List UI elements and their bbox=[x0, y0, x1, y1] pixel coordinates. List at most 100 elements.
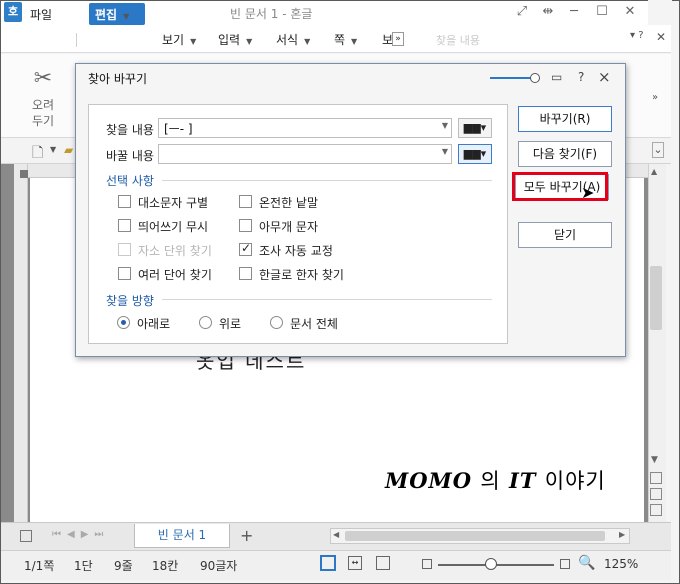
find-input-value: [ㅡ- ] bbox=[164, 122, 193, 136]
vertical-scroll-thumb[interactable] bbox=[650, 266, 662, 330]
direction-all-label[interactable]: 문서 전체 bbox=[290, 315, 338, 332]
scroll-down-icon[interactable]: ▼ bbox=[651, 455, 658, 465]
cut-label[interactable]: 오려 두기 bbox=[32, 97, 54, 129]
direction-down-radio[interactable] bbox=[117, 316, 130, 329]
whole-word-label[interactable]: 온전한 낱말 bbox=[259, 194, 318, 211]
view-full-icon[interactable] bbox=[376, 556, 390, 570]
chevron-down-icon[interactable]: ▼ bbox=[50, 145, 56, 154]
status-section: 1단 bbox=[74, 559, 93, 573]
status-line: 9줄 bbox=[114, 559, 133, 573]
find-label: 찾을 내용 bbox=[106, 123, 154, 137]
find-next-button[interactable]: 다음 찾기(F) bbox=[518, 141, 612, 167]
mouse-cursor-icon: ➤ bbox=[581, 183, 595, 202]
find-input[interactable]: [ㅡ- ] ▼ bbox=[158, 118, 452, 138]
syllable-search-checkbox bbox=[118, 243, 131, 256]
auto-josa-checkbox[interactable] bbox=[239, 241, 252, 256]
hanja-search-label[interactable]: 한글로 한자 찾기 bbox=[259, 266, 344, 283]
ribbon-close-icon[interactable]: ✕ bbox=[656, 30, 666, 44]
horizontal-scroll-thumb[interactable] bbox=[345, 531, 605, 541]
replace-label: 바꿀 내용 bbox=[106, 149, 154, 163]
chevron-down-icon: ▼ bbox=[123, 12, 130, 21]
status-bar bbox=[1, 550, 671, 580]
more-menu-icon[interactable]: » bbox=[392, 32, 404, 46]
add-tab-icon[interactable]: + bbox=[240, 526, 253, 545]
scissors-icon[interactable]: ✂ bbox=[30, 66, 56, 92]
status-page: 1/1쪽 bbox=[24, 559, 55, 573]
tab-nav-icon[interactable]: ⏮◀▶⏭ bbox=[52, 529, 109, 540]
ignore-space-checkbox[interactable] bbox=[118, 219, 131, 232]
menu-format[interactable]: 서식 ▼ bbox=[276, 31, 310, 48]
scroll-left-icon[interactable]: ◀ bbox=[333, 530, 339, 539]
replace-input[interactable]: ▼ bbox=[158, 144, 452, 164]
vertical-ruler bbox=[14, 164, 28, 522]
auto-josa-label[interactable]: 조사 자동 교정 bbox=[259, 242, 333, 259]
whole-word-checkbox[interactable] bbox=[239, 195, 252, 208]
close-button[interactable]: 닫기 bbox=[518, 222, 612, 248]
maximize-icon[interactable]: ☐ bbox=[590, 3, 614, 21]
menu-view[interactable]: 보기 ▼ bbox=[162, 31, 196, 48]
multi-word-checkbox[interactable] bbox=[118, 267, 131, 280]
view-normal-icon[interactable] bbox=[320, 555, 336, 571]
help-dropdown-icon[interactable]: ▾ ? bbox=[630, 30, 644, 41]
brand-it: IT bbox=[509, 468, 537, 493]
menu-edit[interactable]: 편집 ▼ bbox=[89, 3, 145, 25]
magnifier-icon[interactable]: 🔍 bbox=[578, 555, 595, 571]
help-icon[interactable]: ? bbox=[578, 70, 584, 84]
replace-special-button[interactable]: ▆▆▾ bbox=[458, 144, 492, 164]
toolbar-expand-icon[interactable]: ⌄ bbox=[652, 142, 664, 158]
cut-label-line1: 오려 bbox=[32, 98, 55, 112]
chevron-down-icon: ▼ bbox=[190, 37, 197, 46]
open-folder-icon[interactable]: ▰ bbox=[64, 143, 73, 157]
scroll-up-icon[interactable]: ▲ bbox=[651, 167, 657, 176]
minimize-icon[interactable]: ─ bbox=[562, 3, 586, 21]
find-special-button[interactable]: ▆▆▾ bbox=[458, 118, 492, 138]
dialog-close-icon[interactable]: × bbox=[598, 68, 611, 86]
wildcard-label[interactable]: 아무개 문자 bbox=[259, 218, 318, 235]
transparency-thumb[interactable] bbox=[530, 73, 540, 83]
match-case-checkbox[interactable] bbox=[118, 195, 131, 208]
zoom-level[interactable]: 125% bbox=[604, 557, 638, 571]
hanja-search-checkbox[interactable] bbox=[239, 267, 252, 280]
direction-all-radio[interactable] bbox=[270, 316, 283, 329]
menu-page[interactable]: 쪽 ▼ bbox=[334, 31, 357, 48]
page-select-icon[interactable] bbox=[650, 488, 662, 500]
brand-tail: 이야기 bbox=[544, 469, 606, 493]
chevron-down-icon: ▼ bbox=[304, 37, 311, 46]
vertical-scrollbar[interactable] bbox=[648, 164, 666, 522]
page-down-icon[interactable] bbox=[650, 504, 662, 516]
menu-search-ghost: 찾을 내용 bbox=[436, 34, 480, 47]
brand-ui: 의 bbox=[480, 469, 501, 493]
zoom-in-icon[interactable] bbox=[560, 559, 570, 569]
wildcard-checkbox[interactable] bbox=[239, 219, 252, 232]
split-icon[interactable]: ⇹ bbox=[536, 3, 560, 21]
options-divider bbox=[162, 180, 492, 181]
zoom-out-icon[interactable] bbox=[422, 559, 432, 569]
tab-view-icon[interactable] bbox=[20, 530, 32, 542]
restore-layout-icon[interactable]: ⤢ bbox=[510, 3, 534, 21]
view-fit-icon[interactable]: ↔ bbox=[348, 556, 362, 570]
ignore-space-label[interactable]: 띄어쓰기 무시 bbox=[138, 218, 208, 235]
page-up-icon[interactable] bbox=[650, 472, 662, 484]
new-document-icon[interactable]: 🗋 bbox=[32, 142, 43, 166]
status-chars: 90글자 bbox=[200, 559, 238, 573]
zoom-slider-thumb[interactable] bbox=[485, 558, 497, 570]
direction-down-label[interactable]: 아래로 bbox=[137, 315, 170, 332]
app-logo[interactable]: 호 bbox=[4, 2, 22, 22]
chevron-down-icon: ▼ bbox=[246, 37, 253, 46]
replace-button[interactable]: 바꾸기(R) bbox=[518, 106, 612, 132]
menu-insert-label: 입력 bbox=[218, 33, 241, 47]
scroll-right-icon[interactable]: ▶ bbox=[619, 530, 625, 539]
chevron-down-icon[interactable]: ▼ bbox=[442, 147, 448, 156]
match-case-label[interactable]: 대소문자 구별 bbox=[138, 194, 208, 211]
menu-file[interactable]: 파일 bbox=[30, 6, 52, 23]
menu-insert[interactable]: 입력 ▼ bbox=[218, 31, 252, 48]
chevron-down-icon[interactable]: ▼ bbox=[442, 121, 448, 130]
tab-document-1[interactable]: 빈 문서 1 bbox=[134, 524, 230, 548]
dialog-title: 찾아 바꾸기 bbox=[88, 72, 148, 86]
ribbon-more-icon[interactable]: » bbox=[652, 92, 658, 103]
comment-icon[interactable]: ▭ bbox=[551, 70, 562, 84]
direction-up-label[interactable]: 위로 bbox=[219, 315, 241, 332]
direction-up-radio[interactable] bbox=[199, 316, 212, 329]
multi-word-label[interactable]: 여러 단어 찾기 bbox=[138, 266, 212, 283]
close-window-icon[interactable]: ✕ bbox=[618, 3, 642, 21]
